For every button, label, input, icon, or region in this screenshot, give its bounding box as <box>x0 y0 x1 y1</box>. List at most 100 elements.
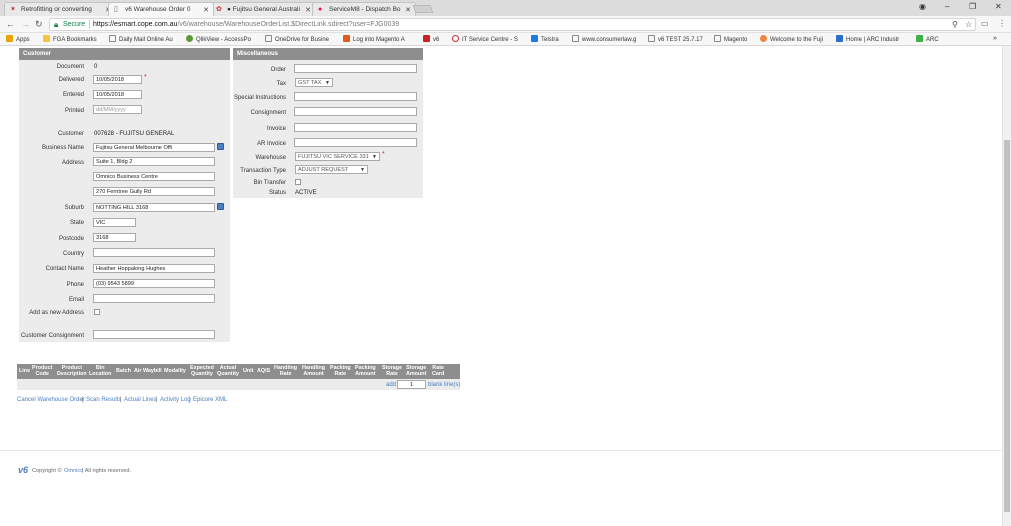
column-header: Batch <box>116 368 131 374</box>
bookmark-arc-home[interactable]: Home | ARC Industr <box>836 35 899 43</box>
printed-label: Printed <box>64 108 84 114</box>
state-input[interactable]: VIC <box>93 218 136 227</box>
folder-icon <box>43 35 50 42</box>
consignment-input[interactable] <box>294 107 417 116</box>
url-host: https://esmart.cope.com.au <box>93 21 178 28</box>
tab-warehouse-order[interactable]: ▯ v6 Warehouse Order 0 ✕ <box>108 2 214 16</box>
printed-date-input[interactable]: dd/MM/yyyy <box>93 105 142 114</box>
scan-results-link[interactable]: Scan Results <box>86 397 121 403</box>
fujitsu-icon <box>760 35 767 42</box>
column-header: Line <box>19 368 31 374</box>
add-lines-link[interactable]: add <box>386 382 396 388</box>
fujitsu-icon: ✿ <box>216 6 222 13</box>
tab-servicem8[interactable]: ● ServiceM8 - Dispatch Bo ✕ <box>312 2 416 16</box>
transaction-type-label: Transaction Type <box>240 168 286 174</box>
minimize-button[interactable]: – <box>945 2 949 11</box>
back-icon[interactable]: ← <box>6 19 15 29</box>
address-line1-input[interactable]: Suite 1, Bldg 2 <box>93 157 215 166</box>
column-header: Product Description <box>57 365 87 377</box>
invoice-input[interactable] <box>294 123 417 132</box>
zoom-icon[interactable]: ⚲ <box>952 20 958 29</box>
tab-retrofitting[interactable]: ✶ Retrofitting or converting ✕ <box>4 2 116 16</box>
invoice-label: Invoice <box>266 126 286 132</box>
secure-label: Secure <box>63 21 86 28</box>
tab-fujitsu[interactable]: ✿ ● Fujitsu General Australi ✕ <box>210 2 316 16</box>
activity-log-link[interactable]: Activity Log <box>160 397 191 403</box>
bookmark-fga[interactable]: FGA Bookmarks <box>43 35 97 43</box>
column-header: Rate Card <box>432 365 445 377</box>
maximize-button[interactable]: ❐ <box>969 2 976 11</box>
delivered-date-input[interactable]: 10/05/2018 <box>93 75 142 84</box>
profile-icon[interactable]: ◉ <box>919 2 926 11</box>
customer-consignment-input[interactable] <box>93 330 215 339</box>
url-bar[interactable]: 🔒︎ Secure https://esmart.cope.com.au/v6/… <box>49 18 976 31</box>
lookup-icon[interactable] <box>217 143 224 150</box>
close-icon[interactable]: ✕ <box>305 6 311 14</box>
bookmark-v6-test[interactable]: v6 TEST 25.7.17 <box>648 35 703 43</box>
bin-transfer-checkbox[interactable] <box>295 179 301 185</box>
telstra-icon <box>531 35 538 42</box>
ar-invoice-input[interactable] <box>294 138 417 147</box>
v6-logo: v6 <box>18 465 29 475</box>
add-new-address-checkbox[interactable] <box>94 309 100 315</box>
separator: | <box>120 397 122 403</box>
separator: | <box>82 397 84 403</box>
transaction-type-select[interactable]: ADJUST REQUEST ▼ <box>295 165 368 174</box>
new-tab-button[interactable] <box>412 5 434 13</box>
entered-date-input[interactable]: 10/05/2018 <box>93 90 142 99</box>
column-header: Storage Amount <box>406 365 427 377</box>
order-input[interactable] <box>294 64 417 73</box>
star-icon[interactable]: ☆ <box>965 20 972 29</box>
close-icon[interactable]: ✕ <box>405 6 411 14</box>
scrollbar-thumb[interactable] <box>1004 140 1010 512</box>
omnico-link[interactable]: Omnico <box>64 468 83 474</box>
bookmark-qlikview[interactable]: QlikView - AccessPo <box>186 35 251 43</box>
customer-label: Customer <box>57 131 84 137</box>
actual-lines-link[interactable]: Actual Lines <box>124 397 157 403</box>
contact-name-input[interactable]: Heather Hoppalong Hughes <box>93 264 215 273</box>
add-line-count-input[interactable]: 1 <box>397 380 426 389</box>
bookmark-apps[interactable]: Apps <box>6 35 30 43</box>
forward-icon[interactable]: → <box>21 19 30 29</box>
reload-icon[interactable]: ↻ <box>35 19 43 30</box>
country-input[interactable] <box>93 248 215 257</box>
bookmark-onedrive[interactable]: OneDrive for Busine <box>265 35 329 43</box>
tab-title: ● Fujitsu General Australi <box>227 6 300 13</box>
email-input[interactable] <box>93 294 215 303</box>
bookmark-consumerlaw[interactable]: www.consumerlaw.g <box>572 35 636 43</box>
close-icon[interactable]: ✕ <box>203 6 209 14</box>
bookmark-it-service[interactable]: IT Service Centre - S <box>452 35 518 43</box>
bookmark-magento[interactable]: Magento <box>714 35 747 43</box>
postcode-input[interactable]: 3168 <box>93 233 136 242</box>
url-path: /v6/warehouse/WarehouseOrderList.$Direct… <box>177 21 400 28</box>
chevron-right-icon[interactable]: » <box>993 35 997 42</box>
address-line2-input[interactable]: Omnico Business Centre <box>93 172 215 181</box>
address-line3-input[interactable]: 270 Ferntree Gully Rd <box>93 187 215 196</box>
special-instructions-input[interactable] <box>294 92 417 101</box>
tax-label: Tax <box>276 81 286 87</box>
bookmark-v6[interactable]: v6 <box>423 35 439 43</box>
phone-input[interactable]: (03) 9543 5899 <box>93 279 215 288</box>
consignment-label: Consignment <box>250 110 286 116</box>
warehouse-select[interactable]: FUJITSU VIC SERVICE 331 ▼ <box>295 152 380 161</box>
bookmark-magento-login[interactable]: Log into Magento A <box>343 35 405 43</box>
suburb-input[interactable]: NOTTING HILL 3168 <box>93 203 215 212</box>
blank-lines-link[interactable]: blank line(s) <box>428 382 460 388</box>
document-label: Document <box>56 64 84 70</box>
epicore-xml-link[interactable]: Epicore XML <box>193 397 227 403</box>
cancel-warehouse-order-link[interactable]: Cancel Warehouse Order <box>17 397 85 403</box>
bookmark-telstra[interactable]: Telstra <box>531 35 559 43</box>
divider <box>89 20 90 29</box>
bookmark-daily-mail[interactable]: Daily Mail Online Au <box>109 35 173 43</box>
cast-icon[interactable]: ▭ <box>981 19 989 28</box>
bookmark-arc[interactable]: ARC <box>916 35 939 43</box>
business-name-input[interactable]: Fujitsu General Melbourne Offi <box>93 143 215 152</box>
tax-select[interactable]: GST TAX ▼ <box>295 78 333 87</box>
column-header: Unit <box>243 368 254 374</box>
v6-icon <box>423 35 430 42</box>
menu-icon[interactable]: ⋮ <box>998 19 1006 28</box>
lookup-icon[interactable] <box>217 203 224 210</box>
close-window-button[interactable]: ✕ <box>995 2 1002 11</box>
bookmark-welcome-fuji[interactable]: Welcome to the Fuji <box>760 35 823 43</box>
lines-table-header: Line Product Code Product Description Bin L… <box>17 364 460 379</box>
